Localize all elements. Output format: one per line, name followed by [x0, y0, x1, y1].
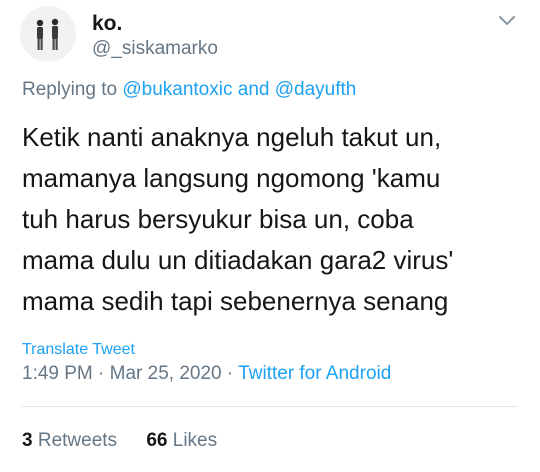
chevron-down-icon[interactable] [496, 9, 518, 31]
reply-user-link-1[interactable]: @bukantoxic [122, 79, 232, 100]
likes-label: Likes [172, 430, 218, 451]
tweet-meta: 1:49 PM · Mar 25, 2020 · Twitter for And… [22, 362, 391, 386]
divider [22, 406, 518, 407]
retweets-count: 3 [22, 430, 33, 451]
retweets-label: Retweets [37, 430, 118, 451]
avatar[interactable] [20, 6, 76, 62]
tweet-date[interactable]: Mar 25, 2020 [110, 363, 222, 384]
reply-user-link-2[interactable]: @dayufth [275, 79, 357, 100]
display-name[interactable]: ko. [92, 11, 122, 37]
replying-prefix: Replying to [22, 79, 118, 100]
reply-conjunction: and [237, 79, 270, 100]
tweet-text: Ketik nanti anaknya ngeluh takut un, mam… [22, 122, 454, 316]
tweet-time[interactable]: 1:49 PM [22, 363, 93, 384]
avatar-photo-icon [20, 6, 76, 62]
meta-separator-2: · [226, 363, 234, 384]
meta-separator: · [98, 363, 105, 384]
replying-to: Replying to @bukantoxic and @dayufth [22, 78, 356, 102]
retweets-stat[interactable]: 3 Retweets [22, 429, 117, 453]
likes-stat[interactable]: 66 Likes [146, 429, 217, 453]
username[interactable]: @_siskamarko [92, 37, 218, 61]
likes-count: 66 [146, 430, 168, 451]
translate-tweet-link[interactable]: Translate Tweet [22, 340, 135, 360]
tweet-stats: 3 Retweets 66 Likes [22, 429, 217, 453]
tweet: ko. @_siskamarko Replying to @bukantoxic… [0, 0, 540, 472]
tweet-source-link[interactable]: Twitter for Android [238, 363, 391, 384]
